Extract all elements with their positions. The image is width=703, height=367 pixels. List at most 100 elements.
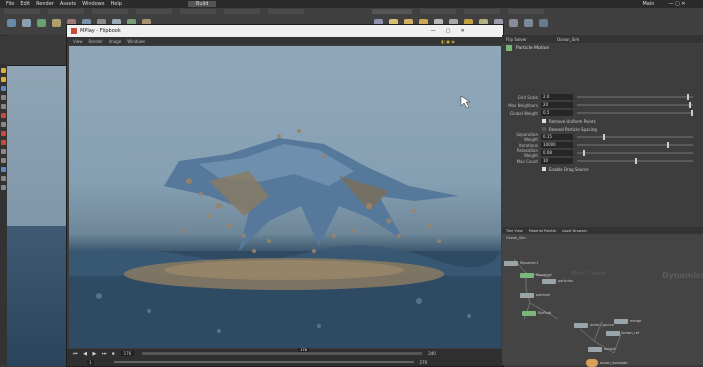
param-value[interactable]: 0.08 — [541, 150, 573, 156]
shelf-tab[interactable] — [464, 9, 500, 14]
menu-file[interactable]: File — [6, 1, 14, 7]
tool-icon[interactable] — [1, 158, 6, 163]
menu-edit[interactable]: Edit — [20, 1, 30, 7]
section-label: Particle Motion — [516, 45, 550, 51]
tool-icon[interactable] — [1, 167, 6, 172]
shelf-tab[interactable] — [508, 9, 544, 14]
tube-tool-icon[interactable] — [37, 19, 46, 27]
pose-tool-icon[interactable] — [1, 113, 6, 118]
tool-icon[interactable] — [1, 149, 6, 154]
mplay-menu-image[interactable]: Image — [109, 39, 122, 44]
checkbox-row[interactable]: Enable Drag Source — [502, 165, 703, 173]
network-editor[interactable]: Tree View Material Palette Asset Browser… — [502, 227, 703, 367]
net-path[interactable]: Ocean_Sim — [506, 236, 526, 240]
flipbook-viewport[interactable] — [69, 46, 501, 348]
menu-windows[interactable]: Windows — [82, 1, 104, 7]
net-tab[interactable]: Tree View — [506, 229, 523, 233]
mplay-menu-render[interactable]: Render — [89, 39, 103, 44]
checkbox-label: Reseed Particle Spacing — [549, 126, 597, 132]
shelf-tab[interactable] — [372, 9, 412, 14]
node-ocean-source[interactable] — [574, 323, 588, 328]
mplay-title: MPlay - Flipbook — [80, 28, 121, 34]
checkbox-icon[interactable] — [542, 119, 546, 123]
node-flipsolver[interactable] — [520, 273, 534, 278]
param-row: Max Neighbors 20 — [502, 101, 703, 109]
shelf-tab[interactable] — [136, 9, 172, 14]
shelf-tab[interactable] — [4, 9, 40, 14]
node-pointvel[interactable] — [520, 293, 534, 298]
fluid-splash-render — [69, 95, 501, 348]
timeline-slider[interactable]: 176 — [142, 348, 423, 355]
main-title: Main — [642, 1, 655, 7]
checkbox-row[interactable]: Remove Uniform Points — [502, 117, 703, 125]
param-slider[interactable] — [577, 150, 693, 156]
mplay-close-button[interactable]: ✕ — [460, 28, 464, 34]
shelf-tab[interactable] — [92, 9, 128, 14]
gi-light-icon[interactable] — [509, 19, 518, 27]
mplay-menu-view[interactable]: View — [73, 39, 83, 44]
menu-help[interactable]: Help — [110, 1, 121, 7]
window-controls[interactable]: — ▢ ✕ — [668, 1, 685, 7]
snap-tool-icon[interactable] — [1, 131, 6, 136]
shelf-tab[interactable] — [420, 9, 456, 14]
current-frame-field[interactable]: 176 — [120, 351, 135, 356]
tool-icon[interactable] — [1, 176, 6, 181]
magnet-tool-icon[interactable] — [1, 140, 6, 145]
node-flipsolver1[interactable] — [504, 261, 518, 266]
param-value[interactable]: 10 — [541, 158, 573, 164]
scene-view-background[interactable] — [7, 35, 67, 366]
rotate-tool-icon[interactable] — [1, 86, 6, 91]
param-slider[interactable] — [577, 102, 693, 108]
range-start-field[interactable]: 1 — [87, 359, 94, 365]
sphere-tool-icon[interactable] — [22, 19, 31, 27]
view-tool-icon[interactable] — [1, 122, 6, 127]
switcher-icon[interactable] — [539, 19, 548, 27]
range-end-field[interactable]: 270 — [420, 360, 428, 365]
param-value[interactable]: 0.15 — [541, 134, 573, 140]
playback-controls[interactable]: ⏮ ◀ ▶ ⏭ ⏹ — [73, 351, 117, 357]
panel-path-label[interactable]: Flip Solver — [506, 37, 527, 42]
param-slider[interactable] — [577, 142, 693, 148]
panel-node-name[interactable]: Ocean_Sim — [557, 37, 579, 42]
node-flipfluid[interactable] — [522, 311, 536, 316]
param-value[interactable]: 2.0 — [541, 94, 573, 100]
box-tool-icon[interactable] — [7, 19, 16, 27]
network-section-label: Flow / Collide — [572, 271, 606, 277]
menu-assets[interactable]: Assets — [60, 1, 76, 7]
move-tool-icon[interactable] — [1, 77, 6, 82]
net-tab[interactable]: Asset Browser — [562, 229, 587, 233]
node-ocean-evaluate[interactable] — [586, 359, 598, 367]
param-slider[interactable] — [577, 134, 693, 140]
node-particles[interactable] — [542, 279, 556, 284]
node-merge[interactable] — [614, 319, 628, 324]
timeline-marker[interactable]: 176 — [298, 348, 309, 352]
torus-tool-icon[interactable] — [52, 19, 61, 27]
shelf-tab[interactable] — [224, 9, 260, 14]
node-output[interactable] — [588, 347, 602, 352]
handle-tool-icon[interactable] — [1, 104, 6, 109]
net-tab[interactable]: Material Palette — [529, 229, 556, 233]
mplay-minimize-button[interactable]: — — [431, 28, 436, 34]
param-value[interactable]: 10000 — [541, 142, 573, 148]
node-ocean-ref[interactable] — [606, 331, 620, 336]
menu-render[interactable]: Render — [36, 1, 54, 7]
mplay-maximize-button[interactable]: ▢ — [446, 28, 451, 34]
select-tool-icon[interactable] — [1, 68, 6, 73]
shelf-tab[interactable] — [268, 9, 304, 14]
checkbox-icon[interactable] — [542, 167, 546, 171]
param-value[interactable]: 20 — [541, 102, 573, 108]
desktop-label[interactable]: Build — [187, 1, 217, 7]
tool-icon[interactable] — [1, 185, 6, 190]
param-value[interactable]: 0.5 — [541, 110, 573, 116]
shelf-tab[interactable] — [48, 9, 84, 14]
vr-camera-icon[interactable] — [524, 19, 533, 27]
scale-tool-icon[interactable] — [1, 95, 6, 100]
mplay-menu-windows[interactable]: Windows — [127, 39, 145, 44]
range-slider[interactable] — [113, 361, 414, 363]
mplay-tool-icons[interactable]: ◧ ▣ ◉ — [441, 39, 455, 44]
shelf-tab[interactable] — [180, 9, 216, 14]
param-slider[interactable] — [577, 158, 693, 164]
param-slider[interactable] — [577, 94, 693, 100]
param-slider[interactable] — [577, 110, 693, 116]
checkbox-icon[interactable] — [542, 127, 546, 131]
